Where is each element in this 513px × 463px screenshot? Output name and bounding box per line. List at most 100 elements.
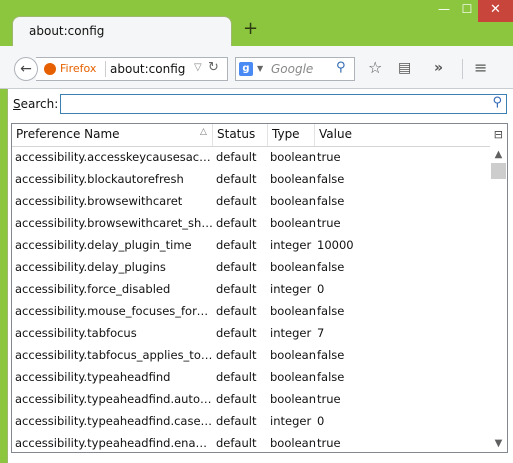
pref-type: boolean [270, 172, 316, 186]
reading-list-icon[interactable]: ▤ [398, 59, 411, 77]
pref-name: accessibility.typeaheadfind.casesen... [15, 414, 213, 428]
pref-type: integer [270, 414, 312, 428]
column-header-type[interactable]: Type [272, 127, 300, 141]
url-bar[interactable]: Firefox about:config ▽ ↻ [36, 57, 228, 81]
nav-toolbar: Firefox about:config ▽ ↻ ← g ▼ Google ⚲ … [0, 46, 513, 89]
google-icon[interactable]: g [239, 62, 253, 76]
history-dropdown-icon[interactable]: ▽ [194, 62, 202, 73]
pref-name: accessibility.tabfocus_applies_to_xul [15, 348, 213, 362]
scrollbar-thumb[interactable] [491, 163, 506, 179]
pref-value: false [317, 348, 345, 362]
column-separator[interactable] [267, 124, 268, 146]
pref-type: boolean [270, 436, 316, 450]
menu-icon[interactable]: ≡ [474, 59, 487, 77]
pref-status: default [216, 172, 257, 186]
table-row[interactable]: accessibility.delay_plugin_time default in… [12, 234, 488, 256]
pref-name: accessibility.force_disabled [15, 282, 171, 296]
table-row[interactable]: accessibility.blockautorefresh default boo… [12, 168, 488, 190]
table-header: Preference Name △ Status Type Value ⊟ [12, 124, 507, 147]
preferences-table: Preference Name △ Status Type Value ⊟ ac… [11, 123, 508, 453]
table-row[interactable]: accessibility.typeaheadfind.casesen... de… [12, 410, 488, 432]
pref-status: default [216, 326, 257, 340]
maximize-icon: ☐ [461, 2, 473, 16]
column-header-value[interactable]: Value [319, 127, 352, 141]
tab-about-config[interactable]: about:config [12, 16, 232, 46]
table-row[interactable]: accessibility.force_disabled default integ… [12, 278, 488, 300]
column-separator[interactable] [212, 124, 213, 146]
firefox-icon [44, 63, 56, 75]
search-label: Search: [13, 97, 59, 111]
identity-label[interactable]: Firefox [60, 62, 96, 75]
config-page: Search: ⚲ Preference Name △ Status Type … [7, 89, 513, 463]
column-header-name[interactable]: Preference Name [16, 127, 120, 141]
url-text[interactable]: about:config [110, 62, 185, 76]
pref-name: accessibility.delay_plugin_time [15, 238, 192, 252]
column-separator[interactable] [314, 124, 315, 146]
table-row[interactable]: accessibility.typeaheadfind.enables... de… [12, 432, 488, 452]
pref-name: accessibility.mouse_focuses_formc... [15, 304, 213, 318]
table-row[interactable]: accessibility.delay_plugins default boolea… [12, 256, 488, 278]
table-row[interactable]: accessibility.tabfocus default integer 7 [12, 322, 488, 344]
maximize-button[interactable]: ☐ [456, 0, 478, 22]
pref-value: true [317, 392, 341, 406]
tab-title: about:config [29, 24, 105, 38]
pref-name: accessibility.typeaheadfind.autostart [15, 392, 213, 406]
scroll-down-icon[interactable]: ▼ [490, 435, 507, 452]
table-body: accessibility.accesskeycausesactivat...d… [12, 146, 488, 452]
bookmark-star-icon[interactable]: ☆ [368, 59, 382, 77]
vertical-scrollbar[interactable]: ▲ ▼ [490, 146, 507, 452]
table-row[interactable]: accessibility.typeaheadfind.autostart def… [12, 388, 488, 410]
pref-value: 7 [317, 326, 325, 340]
pref-type: boolean [270, 194, 316, 208]
scroll-up-icon[interactable]: ▲ [490, 146, 507, 163]
pref-name: accessibility.tabfocus [15, 326, 137, 340]
search-input[interactable]: ⚲ [60, 94, 507, 114]
close-icon: ✕ [490, 2, 501, 17]
toolbar-separator [462, 59, 463, 79]
pref-name: accessibility.browsewithcaret_short... [15, 216, 213, 230]
search-engine-dropdown-icon[interactable]: ▼ [257, 64, 263, 73]
pref-type: boolean [270, 216, 316, 230]
sort-ascending-icon: △ [200, 127, 207, 137]
pref-type: boolean [270, 348, 316, 362]
overflow-chevron-icon[interactable]: » [434, 59, 443, 77]
new-tab-button[interactable]: + [243, 20, 258, 38]
search-icon[interactable]: ⚲ [336, 60, 346, 75]
pref-type: boolean [270, 304, 316, 318]
reload-icon[interactable]: ↻ [208, 60, 219, 75]
pref-value: false [317, 260, 345, 274]
table-row[interactable]: accessibility.typeaheadfind default boolea… [12, 366, 488, 388]
table-row[interactable]: accessibility.mouse_focuses_formc... defa… [12, 300, 488, 322]
pref-value: 10000 [317, 238, 354, 252]
pref-value: 0 [317, 282, 325, 296]
pref-value: true [317, 216, 341, 230]
pref-type: integer [270, 238, 312, 252]
pref-value: 0 [317, 414, 325, 428]
search-bar[interactable]: g ▼ Google ⚲ [235, 57, 355, 81]
back-button[interactable]: ← [14, 57, 38, 81]
pref-name: accessibility.accesskeycausesactivat... [15, 150, 213, 164]
pref-status: default [216, 304, 257, 318]
column-picker-icon[interactable]: ⊟ [494, 128, 503, 141]
table-row[interactable]: accessibility.tabfocus_applies_to_xul def… [12, 344, 488, 366]
pref-status: default [216, 282, 257, 296]
table-row[interactable]: accessibility.browsewithcaret_short... de… [12, 212, 488, 234]
pref-type: boolean [270, 370, 316, 384]
table-row[interactable]: accessibility.browsewithcaret default bool… [12, 190, 488, 212]
search-icon[interactable]: ⚲ [492, 95, 502, 110]
pref-status: default [216, 238, 257, 252]
column-header-status[interactable]: Status [217, 127, 255, 141]
pref-status: default [216, 150, 257, 164]
pref-status: default [216, 260, 257, 274]
close-window-button[interactable]: ✕ [478, 0, 513, 22]
pref-value: false [317, 172, 345, 186]
pref-status: default [216, 436, 257, 450]
pref-status: default [216, 348, 257, 362]
pref-name: accessibility.browsewithcaret [15, 194, 183, 208]
pref-status: default [216, 370, 257, 384]
minimize-button[interactable]: — [432, 0, 456, 22]
pref-type: boolean [270, 260, 316, 274]
pref-type: boolean [270, 392, 316, 406]
pref-value: true [317, 436, 341, 450]
table-row[interactable]: accessibility.accesskeycausesactivat...d… [12, 146, 488, 168]
